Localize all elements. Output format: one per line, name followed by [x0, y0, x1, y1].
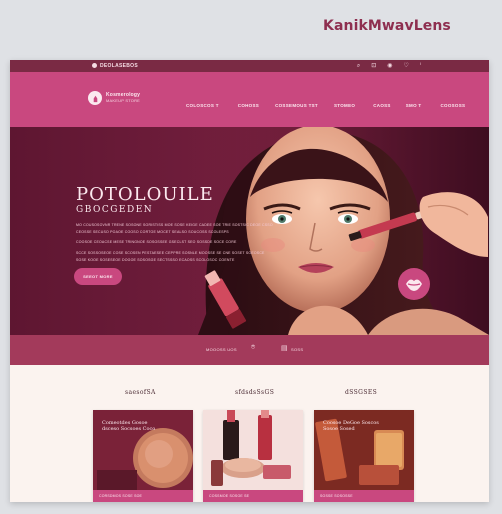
website-page: DEOLASEBOS ⌕ ⊡ ◉ ♡ ⁱ Kosmerology MAKEUP …: [10, 60, 489, 502]
topbar-icons: ⌕ ⊡ ◉ ♡ ⁱ: [357, 60, 421, 72]
product-column-title-3: dSSGSES: [345, 389, 378, 396]
hero-subtitle: GBOCGEDEN: [76, 205, 154, 215]
band-text-right: SOSS: [291, 347, 304, 352]
hero-title: POTOLOUILE: [76, 184, 214, 205]
nav-item-4[interactable]: STOMEO: [334, 103, 355, 108]
nav-item-5[interactable]: CAOSS: [373, 103, 391, 108]
nav-item-2[interactable]: COHOSS: [238, 103, 259, 108]
search-icon[interactable]: ⌕: [357, 60, 360, 72]
watermark-brand: KanikMwavLens: [323, 18, 451, 34]
heart-icon[interactable]: ♡: [404, 60, 409, 72]
main-navigation: Kosmerology MAKEUP STORE COLOSCOS T COHO…: [10, 72, 489, 127]
logo-line-2: MAKEUP STORE: [106, 98, 141, 103]
logo-text: Kosmerology MAKEUP STORE: [106, 92, 140, 104]
nav-item-7[interactable]: COOSOSS: [440, 103, 465, 108]
top-bar: DEOLASEBOS ⌕ ⊡ ◉ ♡ ⁱ: [10, 60, 489, 72]
nav-menu: COLOSCOS T COHOSS COSSEMOUS TST STOMEO C…: [186, 103, 465, 108]
site-logo[interactable]: Kosmerology MAKEUP STORE: [88, 91, 140, 105]
hero-text-line-3: COOSOE CEOACSE MESE TRINGNOE SOSOSSEE GS…: [76, 240, 237, 244]
product-card-3-label: Coosoe DeGoe Soscos Sosoe Sosed: [323, 420, 379, 432]
product-card-1[interactable]: Comeotdes Gosoe dsceso Socsoes Coco CORS…: [93, 410, 193, 502]
product-card-1-label: Comeotdes Gosoe dsceso Socsoes Coco: [102, 420, 156, 432]
hero-cta-button[interactable]: SEEOT MORE: [74, 268, 122, 285]
product-card-1-footer: CORSDMOS SOSE SOE: [93, 490, 193, 502]
cart-icon[interactable]: ⊡: [371, 60, 376, 72]
product-card-3[interactable]: Coosoe DeGoe Soscos Sosoe Sosed SOSSE SO…: [314, 410, 414, 502]
product-column-title-2: sfdsdsSsGS: [235, 389, 275, 396]
product-image-2: [203, 410, 303, 502]
product-card-2-footer: COSSMOE SOSOE SE: [203, 490, 303, 502]
hero-text-line-4: SCCE SOSSOSEOE COSE SCOSEN PESTAESEE CEP…: [76, 251, 265, 255]
hero-banner: POTOLOUILE GBOCGEDEN MO COUSOSOVNR TRENE…: [10, 127, 489, 335]
info-icon[interactable]: ⁱ: [420, 60, 421, 72]
hero-text-line-1: MO COUSOSOVNR TRENE SOSONE SORISTISS MOE…: [76, 223, 273, 227]
product-card-3-footer: SOSSE SOSOSSE: [314, 490, 414, 502]
nav-item-1[interactable]: COLOSCOS T: [186, 103, 219, 108]
topbar-brand[interactable]: DEOLASEBOS: [92, 60, 138, 72]
hero-text-line-2: CEOSSE SECUSO POAOE COOSO CORTOE MOCET S…: [76, 230, 229, 234]
product-card-2[interactable]: COSSMOE SOSOE SE: [203, 410, 303, 502]
lipstick-logo-icon: [88, 91, 102, 105]
info-band: MOOOSS UOS ⌾ ▤ SOSS: [10, 335, 489, 365]
topbar-brand-text: DEOLASEBOS: [100, 63, 139, 69]
location-pin-icon: ⌾: [251, 344, 256, 351]
product-section: saesofSA sfdsdsSsGS dSSGSES Comeotdes Go…: [10, 365, 489, 502]
lips-badge-icon[interactable]: [398, 268, 430, 300]
nav-item-6[interactable]: SMO T: [406, 103, 422, 108]
package-icon: ▤: [281, 345, 288, 352]
nav-item-3[interactable]: COSSEMOUS TST: [275, 103, 318, 108]
hero-text-line-5: SOSE KOOE SOSESEOE DOGOE SOSOSGE SECTSSS…: [76, 258, 235, 262]
user-icon[interactable]: ◉: [387, 60, 392, 72]
band-text-left: MOOOSS UOS: [206, 347, 237, 352]
product-column-title-1: saesofSA: [125, 389, 156, 396]
